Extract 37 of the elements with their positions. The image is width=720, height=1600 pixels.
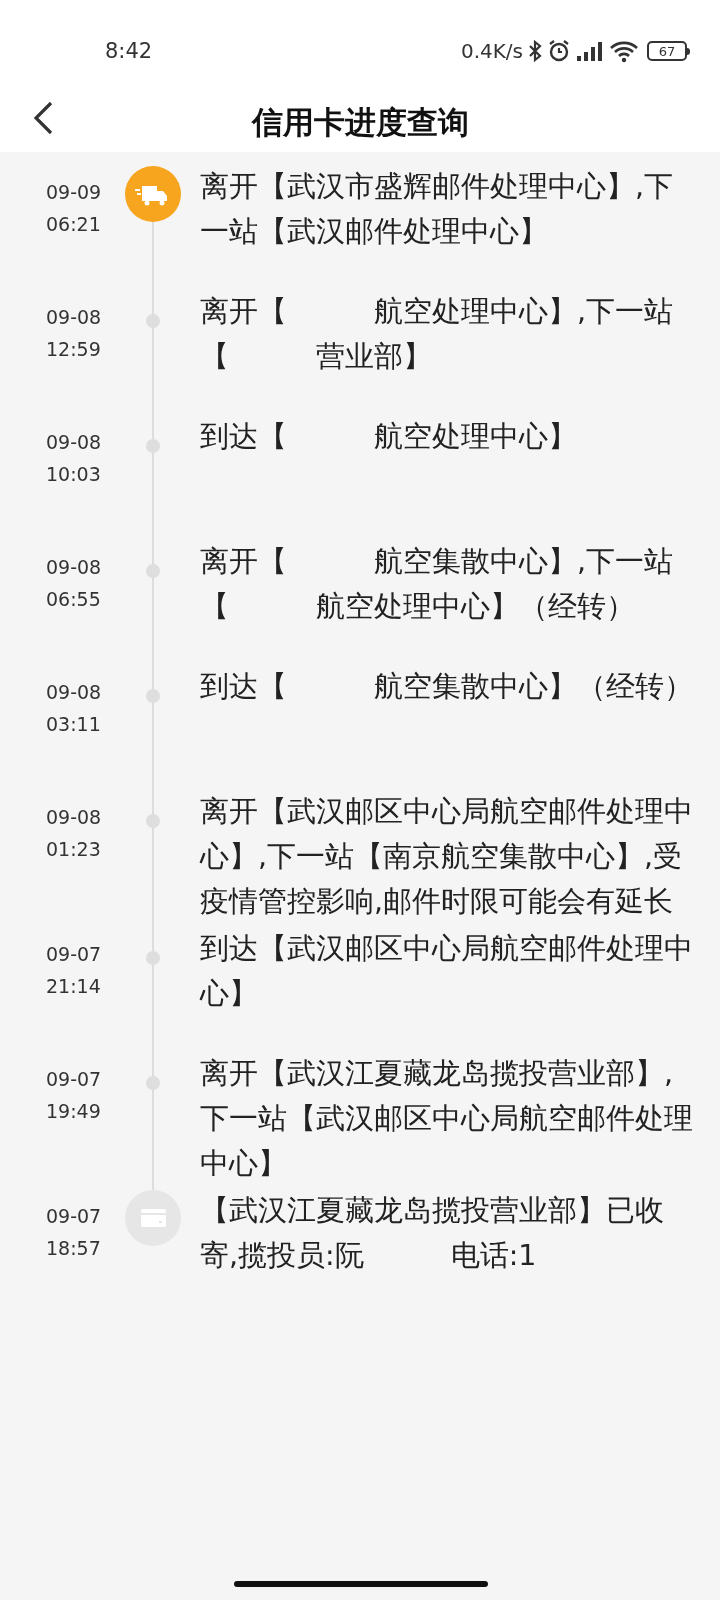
entry-date: 09-07 (46, 1067, 103, 1092)
entry-date: 09-08 (46, 680, 103, 705)
entry-time: 03:11 (46, 712, 102, 737)
entry-time: 19:49 (46, 1099, 102, 1124)
entry-description: 离开【武汉邮区中心局航空邮件处理中心】,下一站【南京航空集散中心】,受疫情管控影响,邮件时限可能会有延长 (200, 794, 694, 920)
wifi-icon (609, 39, 639, 63)
entry-date: 09-08 (46, 555, 103, 580)
entry-date: 09-09 (46, 180, 103, 205)
entry-time: 21:14 (46, 974, 102, 999)
battery-level: 67 (658, 44, 676, 58)
entry-time: 10:03 (46, 462, 102, 487)
entry-date: 09-08 (46, 305, 103, 330)
entry-description: 离开【 航空集散中心】,下一站【 航空处理中心】（经转） (200, 544, 675, 625)
entry-description: 到达【 航空处理中心】 (200, 419, 578, 455)
entry-time: 12:59 (46, 337, 102, 362)
entry-description: 离开【武汉市盛辉邮件处理中心】,下一站【武汉邮件处理中心】 (200, 169, 675, 250)
entry-description: 到达【武汉邮区中心局航空邮件处理中心】 (200, 931, 694, 1012)
bluetooth-icon (527, 39, 543, 63)
entry-description: 【武汉江夏藏龙岛揽投营业部】已收寄,揽投员:阮 电话:1 (200, 1193, 665, 1274)
network-speed: 0.4K/s (460, 38, 523, 65)
page-title: 信用卡进度查询 (251, 102, 469, 142)
entry-description: 离开【 航空处理中心】,下一站【 营业部】 (200, 294, 675, 375)
entry-description: 到达【 航空集散中心】（经转） (200, 669, 694, 705)
back-icon[interactable] (32, 100, 54, 136)
entry-date: 09-08 (46, 805, 103, 830)
entry-time: 06:21 (46, 212, 102, 237)
signal-icon (575, 39, 605, 63)
entry-description: 离开【武汉江夏藏龙岛揽投营业部】,下一站【武汉邮区中心局航空邮件处理中心】 (200, 1056, 694, 1182)
entry-time: 18:57 (46, 1236, 102, 1261)
entry-time: 01:23 (46, 837, 102, 862)
entry-date: 09-08 (46, 430, 103, 455)
truck-icon (125, 166, 181, 222)
alarm-icon (547, 39, 571, 63)
entry-date: 09-07 (46, 942, 103, 967)
status-time: 8:42 (105, 38, 153, 65)
entry-date: 09-07 (46, 1204, 103, 1229)
entry-time: 06:55 (46, 587, 102, 612)
